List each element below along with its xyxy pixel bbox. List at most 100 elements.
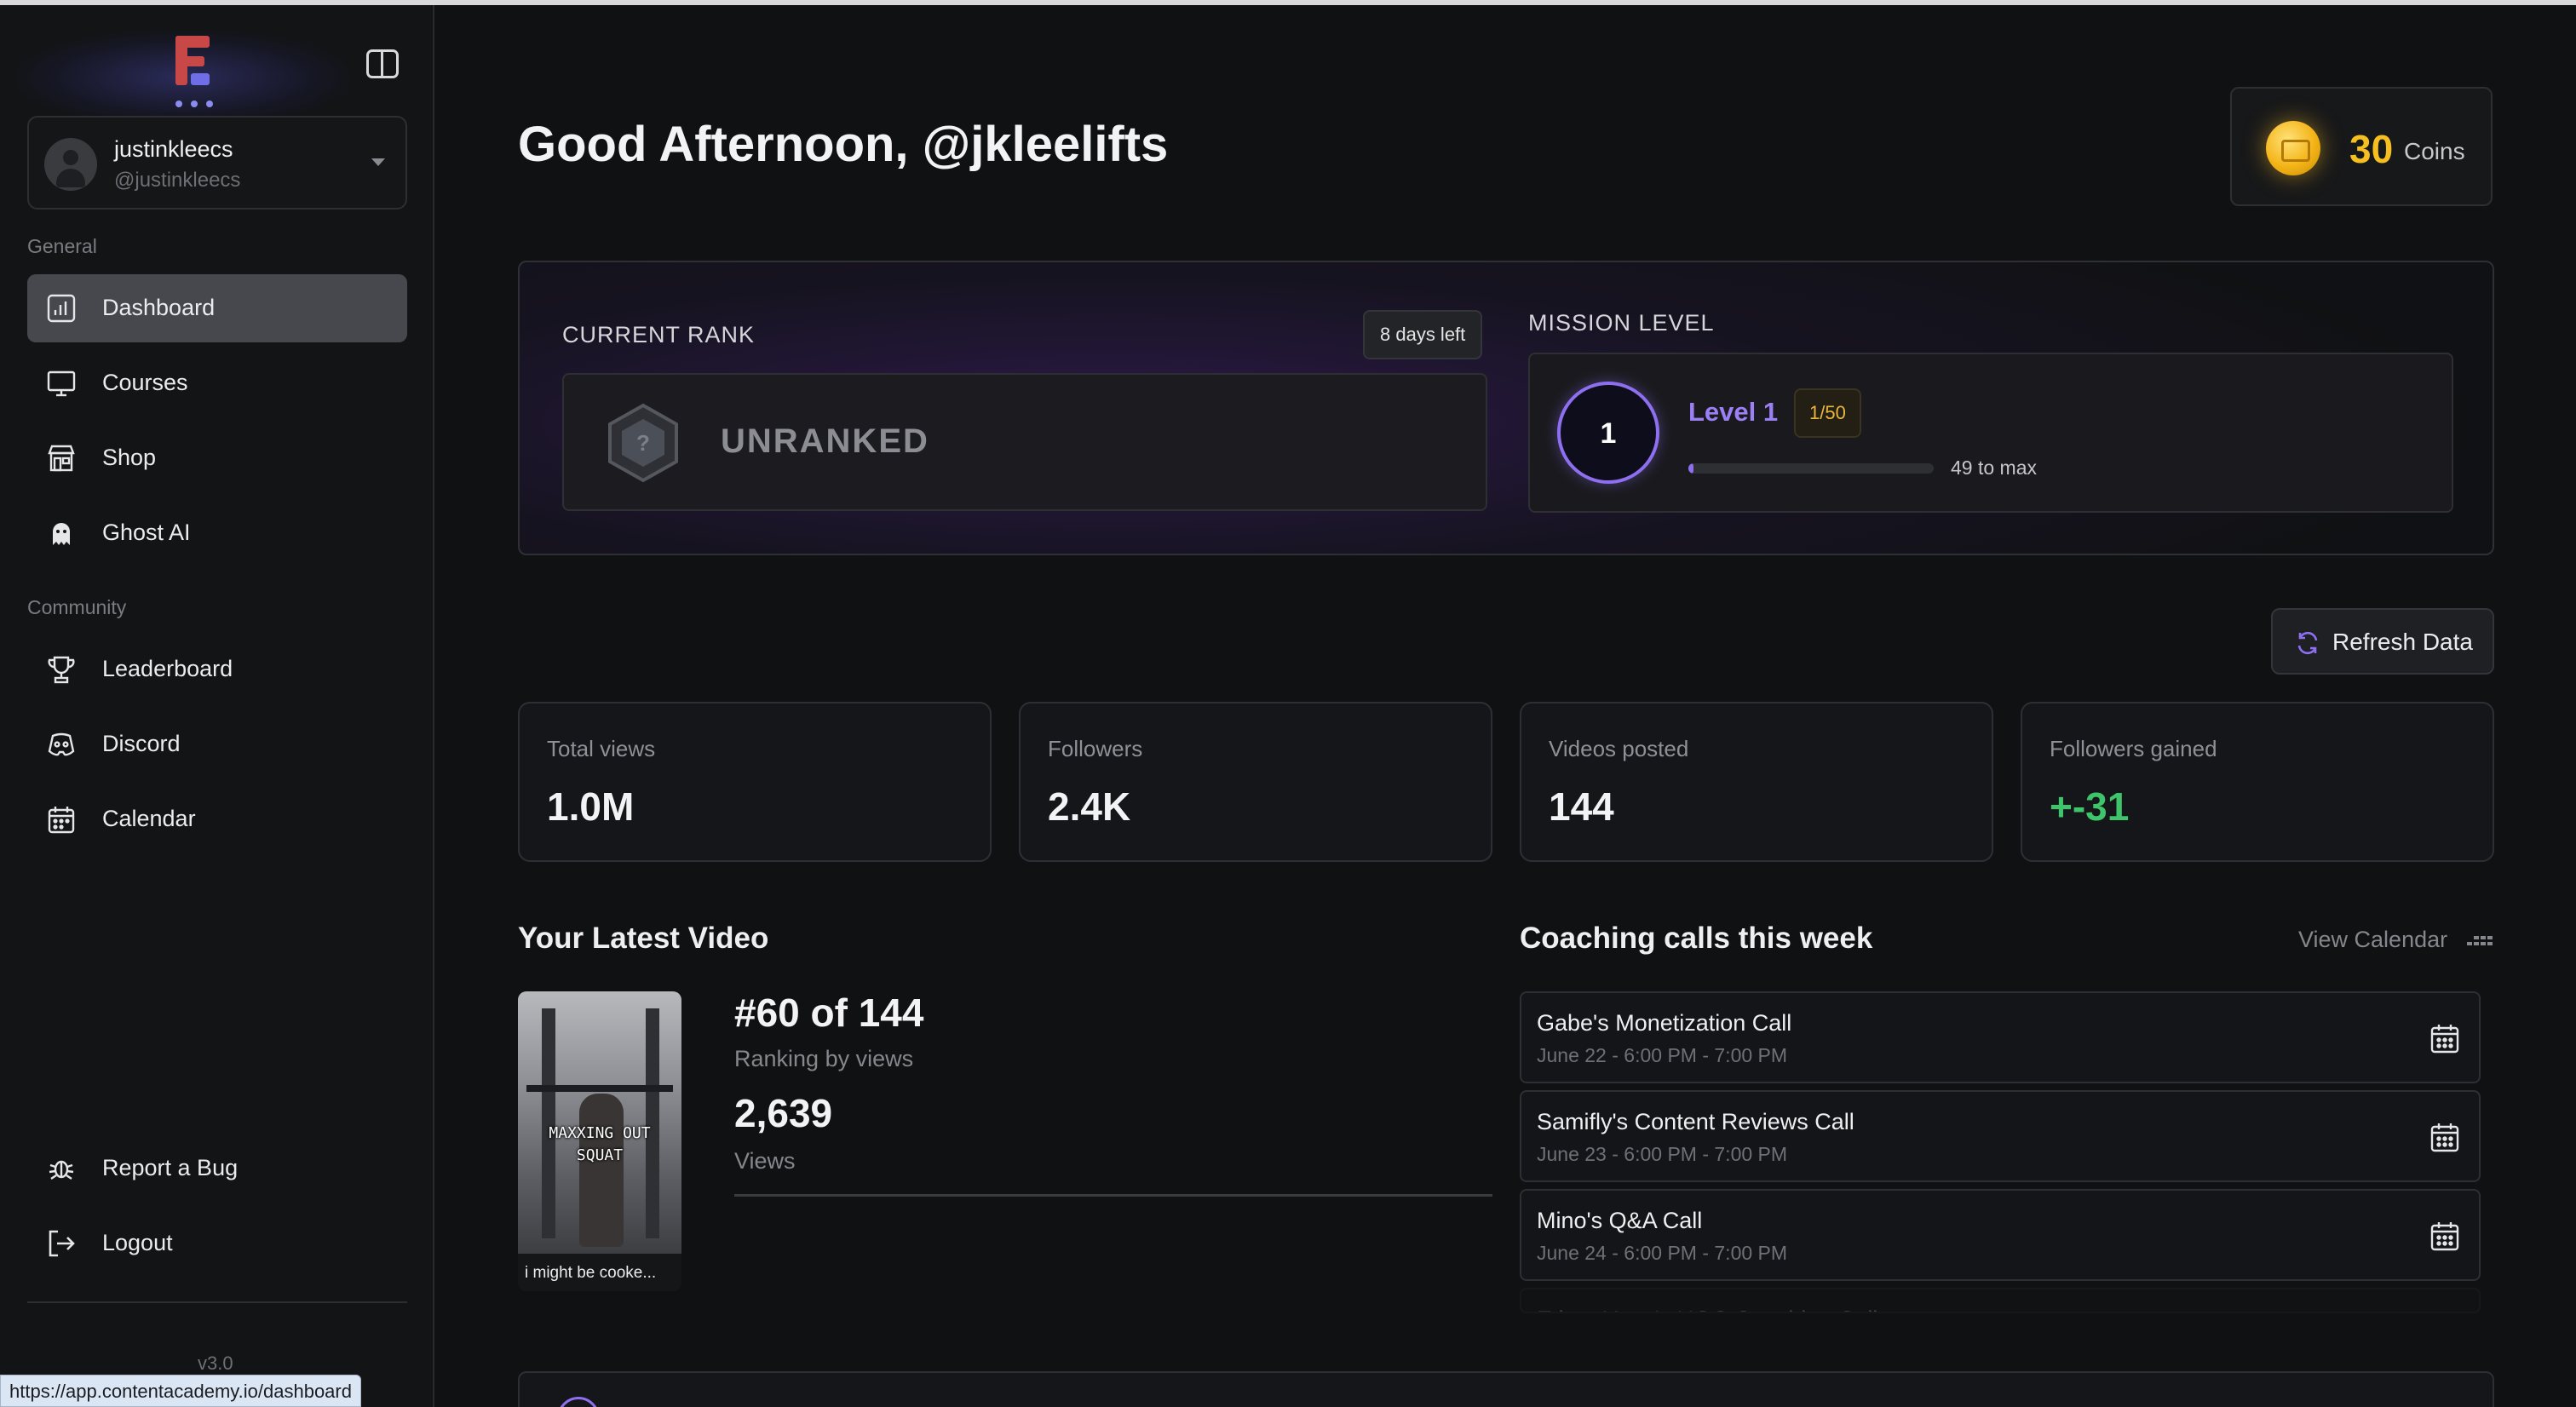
coaching-call-item[interactable]: Samifly's Content Reviews Call June 23 -… [1520,1090,2481,1182]
coaching-call-item[interactable]: Gabe's Monetization Call June 22 - 6:00 … [1520,991,2481,1083]
bug-icon [49,1160,74,1180]
rank-hexagon-icon: ? [608,403,678,483]
coins-count: 30 [2349,127,2394,171]
stat-value: 2.4K [1048,784,1131,829]
coaching-call-item[interactable]: Ethan Yang's UGC Coaching Call [1520,1288,2481,1313]
sidebar-item-label: Courses [102,370,188,395]
stat-label: Videos posted [1549,736,1689,761]
avatar [44,138,97,191]
sidebar-item-logout[interactable]: Logout [27,1209,407,1278]
sidebar-item-label: Shop [102,445,157,470]
calendar-icon[interactable] [2429,1220,2460,1252]
sidebar-toggle-icon[interactable] [366,49,399,78]
sidebar-item-label: Leaderboard [102,656,233,681]
days-left-badge: 8 days left [1363,310,1483,359]
video-rank: #60 of 144 [734,991,924,1035]
stat-value: +-31 [2050,784,2130,829]
app-version: v3.0 [198,1352,233,1374]
user-name: justinkleecs [114,136,233,162]
mission-level-title: MISSION LEVEL [1528,310,1715,336]
video-caption: i might be cooke... [518,1254,681,1291]
refresh-icon [2297,631,2318,655]
call-time: June 23 - 6:00 PM - 7:00 PM [1537,1143,1788,1165]
call-title: Gabe's Monetization Call [1537,1010,1792,1036]
sidebar-item-dashboard[interactable]: Dashboard [27,274,407,342]
section-label-general: General [27,235,97,257]
call-time: June 24 - 6:00 PM - 7:00 PM [1537,1242,1788,1264]
sidebar-item-courses[interactable]: Courses [27,349,407,417]
app-logo[interactable] [175,36,210,87]
sidebar-item-calendar[interactable]: Calendar [27,785,407,853]
video-rank-label: Ranking by views [734,1046,914,1071]
sidebar-item-label: Discord [102,731,181,756]
calendar-icon[interactable] [2429,1121,2460,1153]
video-thumbnail-overlay-text: MAXXING OUT SQUAT [549,1124,651,1164]
current-rank-title: CURRENT RANK [562,322,756,347]
sidebar-item-label: Ghost AI [102,520,191,545]
status-url-bar: https://app.contentacademy.io/dashboard [0,1375,361,1407]
svg-text:?: ? [636,430,650,456]
logout-icon [49,1230,75,1257]
logo-dots-icon [175,100,213,107]
view-calendar-link[interactable]: View Calendar [2298,927,2447,953]
level-number: 1 [1600,417,1617,450]
store-icon [48,445,75,472]
calendar-icon [48,807,75,834]
coins-label: Coins [2404,138,2465,164]
sidebar: justinkleecs @justinkleecs General Dashb… [0,5,434,1407]
calendar-icon[interactable] [2429,1022,2460,1054]
call-title: Mino's Q&A Call [1537,1208,1703,1233]
stat-label: Total views [547,736,656,761]
sidebar-item-shop[interactable]: Shop [27,424,407,492]
video-divider [734,1194,1492,1197]
trophy-icon [48,656,75,684]
level-progress-fill [1688,463,1693,474]
level-progress-bar [1688,463,1934,474]
section-label-community: Community [27,596,127,618]
ghost-icon [53,523,70,545]
stat-card-followers: Followers 2.4K [1019,702,1492,862]
refresh-data-button[interactable]: Refresh Data [2271,608,2494,675]
level-name: Level 1 [1688,397,1779,427]
page-greeting: Good Afternoon, @jkleelifts [518,117,1169,172]
call-title: Samifly's Content Reviews Call [1537,1109,1854,1134]
rank-mission-panel: CURRENT RANK 8 days left ? UNRANKED MISS… [518,261,2494,555]
stat-label: Followers gained [2050,736,2217,761]
sidebar-item-label: Logout [102,1230,173,1255]
user-handle: @justinkleecs [114,169,241,192]
latest-video-title: Your Latest Video [518,922,769,955]
latest-video-thumbnail[interactable]: MAXXING OUT SQUAT i might be cooke... [518,991,681,1291]
monitor-icon [47,370,76,397]
sidebar-item-label: Dashboard [102,295,216,320]
stat-card-videos-posted: Videos posted 144 [1520,702,1993,862]
stat-value: 1.0M [547,784,635,829]
bottom-section-card [518,1371,2494,1407]
bar-chart-icon [47,294,76,323]
level-progress-label: 49 to max [1951,457,2037,479]
video-views: 2,639 [734,1091,833,1135]
rank-value: UNRANKED [721,422,929,460]
sidebar-item-leaderboard[interactable]: Leaderboard [27,635,407,704]
current-rank-card[interactable]: ? UNRANKED [562,373,1487,511]
refresh-data-label: Refresh Data [2332,629,2473,655]
user-switcher[interactable]: justinkleecs @justinkleecs [27,116,407,210]
sidebar-divider [27,1301,407,1303]
stat-label: Followers [1048,736,1143,761]
mission-level-card[interactable]: 1 Level 1 1/50 49 to max [1528,353,2453,513]
calendar-grid-icon[interactable] [2467,930,2494,950]
sidebar-item-discord[interactable]: Discord [27,710,407,778]
video-views-label: Views [734,1148,796,1174]
stat-card-followers-gained: Followers gained +-31 [2021,702,2494,862]
chevron-down-icon [371,158,385,166]
sidebar-item-ghost-ai[interactable]: Ghost AI [27,499,407,567]
coaching-call-item[interactable]: Mino's Q&A Call June 24 - 6:00 PM - 7:00… [1520,1189,2481,1281]
level-progress-badge: 1/50 [1794,388,1861,438]
coaching-calls-title: Coaching calls this week [1520,922,1873,955]
call-time: June 22 - 6:00 PM - 7:00 PM [1537,1044,1788,1066]
sidebar-item-label: Calendar [102,806,196,831]
coin-icon [2266,121,2320,175]
level-circle: 1 [1557,382,1659,484]
sidebar-item-report-bug[interactable]: Report a Bug [27,1134,407,1203]
coins-badge[interactable]: 30 Coins [2230,87,2493,206]
stat-value: 144 [1549,784,1614,829]
